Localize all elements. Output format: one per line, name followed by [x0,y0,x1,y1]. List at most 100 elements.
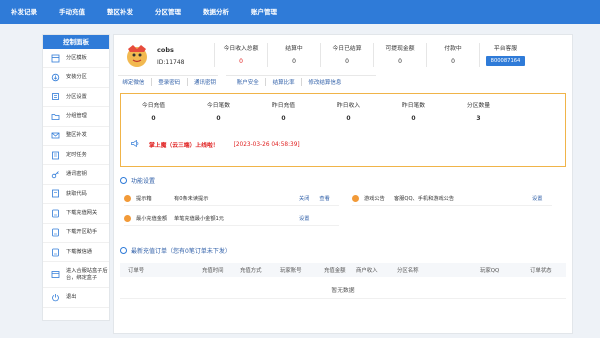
sidebar-item-label: 通讯密钥 [66,171,87,178]
orders-column-header: 订单号 [128,268,145,274]
sidebar-item-label: 退出 [66,294,77,301]
notice-message[interactable]: 掌上魔（云三端）上线啦！ [149,140,219,149]
sidebar-item-label: 分区模板 [66,54,87,61]
orders-column-header: 充值方式 [240,268,262,274]
orders-column-header: 充值时间 [202,268,224,274]
sidebar-item[interactable]: 安装分区 [43,68,109,88]
sidebar-item[interactable]: 通讯密钥 [43,165,109,185]
profile-stat: 付款中 0 [426,43,479,67]
sidebar-item[interactable]: 下载微信通 [43,243,109,263]
overview-stat-label: 昨日充值 [271,103,296,109]
orders-table-header: 订单号 充值时间 充值方式 玩家账号 充值金额 商户收入 分区名称 玩家QQ 订单状态 [120,263,566,277]
sidebar-item-label: 安装分区 [66,74,87,81]
service-label: 平台客服 [493,46,518,52]
profile-link[interactable]: 通讯密钥 [190,78,221,86]
sidebar-item[interactable]: 整区补发 [43,127,109,146]
topnav-item[interactable]: 补发记录 [0,0,48,24]
sidebar-item[interactable]: 定时任务 [43,146,109,166]
overview-stat: 昨日收入 0 [316,100,381,122]
function-row-tipbox: 提示箱 有0条未读提示 关闭 查看 [124,191,339,206]
stat-label: 今日收入总额 [223,46,259,52]
sidebar-item-label: 下载微信通 [66,248,92,255]
link-separator [186,78,188,86]
function-row-announcement: 游戏公告 客服QQ、手机和游戏公告 设置 [352,191,552,206]
overview-stat: 今日充值 0 [121,100,186,122]
profile-link[interactable]: 结算比率 [268,78,299,86]
sidebar-item[interactable]: 获取代码 [43,185,109,205]
code-icon [51,189,60,198]
orders-column-header: 分区名称 [397,268,419,274]
set-announcement-button[interactable]: 设置 [532,195,542,202]
topnav-item[interactable]: 整区补发 [96,0,144,24]
close-button[interactable]: 关闭 [299,195,309,202]
customer-service: 平台客服 800087164 [479,43,531,67]
profile-link[interactable]: 修改结算信息 [304,78,346,86]
overview-stat: 分区数量 3 [446,100,511,122]
sidebar-item[interactable]: 分区模板 [43,49,109,69]
profile-link[interactable]: 绑定微信 [118,78,149,86]
overview-stat-value: 0 [411,115,416,122]
stat-value: 0 [345,58,349,65]
sidebar-item[interactable]: 进入合服站盒子后台，绑定盒子 [43,262,109,289]
profile-link[interactable]: 登录密码 [154,78,185,86]
function-desc: 有0条未读提示 [174,195,209,202]
sidebar-item[interactable]: 下载充值网关 [43,204,109,224]
clock-icon [51,151,60,160]
template-icon [51,54,60,63]
stat-label: 今日已结算 [332,46,362,52]
overview-stat-value: 0 [216,115,221,122]
stat-label: 可提现金额 [385,46,415,52]
sidebar-item[interactable]: 分区设置 [43,88,109,108]
link-separator [265,78,267,86]
sidebar-item[interactable]: 退出 [43,288,109,308]
set-min-amount-button[interactable]: 设置 [299,215,309,222]
orders-empty: 暂无数据 [120,283,566,299]
overview-stat: 昨日充值 0 [251,100,316,122]
stat-value: 0 [239,58,243,65]
function-row-min-amount: 最小充值金额 单笔充值最小金额1元 设置 [124,211,339,226]
profile-stat: 今日收入总额 0 [214,43,267,67]
folder-icon [51,112,60,121]
sidebar-item-label: 分区设置 [66,93,87,100]
sidebar-title: 控制面板 [43,35,109,49]
profile-link[interactable]: 账户安全 [232,78,263,86]
sidebar-item[interactable]: 分组管理 [43,107,109,127]
box-icon [51,270,60,279]
sidebar-item-label: 整区补发 [66,132,87,139]
function-desc: 单笔充值最小金额1元 [174,215,224,222]
install-icon [51,73,60,82]
overview-stat: 今日笔数 0 [186,100,251,122]
power-icon [51,293,60,302]
profile-stat: 结算中 0 [267,43,320,67]
topnav-item[interactable]: 分区管理 [144,0,192,24]
view-button[interactable]: 查看 [319,195,329,202]
stat-label: 付款中 [444,46,462,52]
settings-dot-icon [120,177,127,184]
warning-icon [124,194,131,202]
avatar [124,43,150,69]
topnav-item[interactable]: 账户管理 [240,0,288,24]
stat-value: 0 [398,58,402,65]
download-icon [51,228,60,237]
topnav-item[interactable]: 数据分析 [192,0,240,24]
orders-column-header: 订单状态 [530,268,552,274]
megaphone-icon [131,139,139,149]
function-name: 游戏公告 [364,195,385,202]
function-name: 最小充值金额 [136,215,168,222]
stat-label: 结算中 [285,46,303,52]
topnav-item[interactable]: 手动充值 [48,0,96,24]
function-name: 提示箱 [136,195,152,202]
mail-icon [51,131,60,140]
settings-icon [51,92,60,101]
overview-stat-value: 0 [281,115,286,122]
sidebar-item-label: 获取代码 [66,190,87,197]
overview-stat-label: 昨日收入 [336,103,361,109]
overview-stat-label: 分区数量 [466,103,491,109]
overview-stat-value: 0 [151,115,156,122]
warning-icon [352,194,359,202]
sidebar-item[interactable]: 下载开区助手 [43,224,109,243]
key-icon [51,170,60,179]
service-qq-button[interactable]: 800087164 [485,56,526,66]
stat-value: 0 [451,58,455,65]
stat-value: 0 [292,58,296,65]
